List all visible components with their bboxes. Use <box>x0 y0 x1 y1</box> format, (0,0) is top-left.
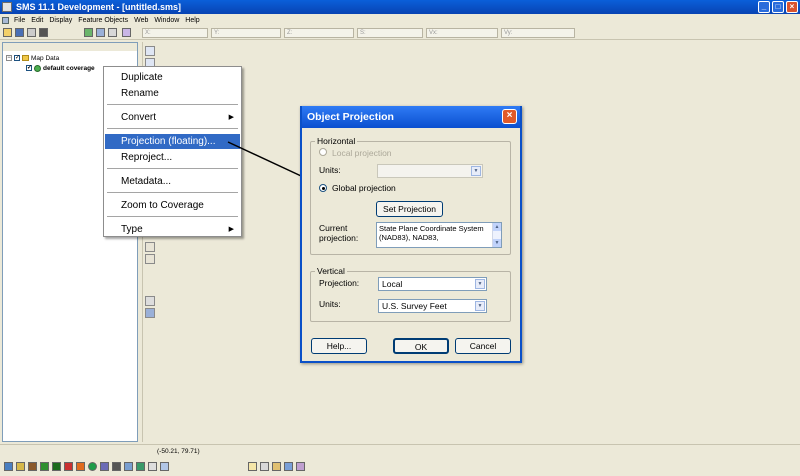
current-projection-display: State Plane Coordinate System (NAD83), N… <box>376 222 502 248</box>
current-projection-label: Current <box>319 223 348 233</box>
plot-icon[interactable] <box>284 462 293 471</box>
dialog-title-bar: Object Projection <box>302 106 520 128</box>
scrollbar[interactable]: ▲ ▼ <box>492 223 501 247</box>
local-projection-label: Local projection <box>332 148 392 158</box>
current-projection-value: State Plane Coordinate System (NAD83), N… <box>379 224 484 242</box>
module-quadtree-icon[interactable] <box>100 462 109 471</box>
cancel-button[interactable]: Cancel <box>455 338 511 354</box>
module-image-icon[interactable] <box>148 462 157 471</box>
module-particle-icon[interactable] <box>64 462 73 471</box>
vertical-units-label: Units: <box>319 299 341 309</box>
global-projection-radio[interactable] <box>319 184 327 192</box>
module-raster-icon[interactable] <box>124 462 133 471</box>
status-bar: (-50.21, 79.71) <box>0 444 800 476</box>
object-projection-dialog: Object Projection × Horizontal Local pro… <box>300 106 522 363</box>
horizontal-group-label: Horizontal <box>315 136 358 146</box>
info-icon[interactable] <box>296 462 305 471</box>
close-icon[interactable]: × <box>502 109 517 124</box>
vertical-projection-dropdown[interactable]: Local ▼ <box>378 277 487 291</box>
chevron-down-icon: ▼ <box>471 166 481 176</box>
module-gis-icon[interactable] <box>52 462 61 471</box>
cursor-coordinates: (-50.21, 79.71) <box>157 448 200 455</box>
local-projection-radio[interactable] <box>319 148 327 156</box>
set-projection-button[interactable]: Set Projection <box>376 201 443 217</box>
vertical-units-dropdown[interactable]: U.S. Survey Feet ▼ <box>378 299 487 313</box>
chevron-down-icon: ▼ <box>475 301 485 311</box>
vertical-projection-label: Projection: <box>319 278 360 288</box>
module-annotation-icon[interactable] <box>112 462 121 471</box>
scroll-down-icon[interactable]: ▼ <box>493 239 501 247</box>
module-cartesian-icon[interactable] <box>76 462 85 471</box>
module-globe-icon[interactable] <box>88 462 97 471</box>
module-map-icon[interactable] <box>40 462 49 471</box>
module-generic-icon[interactable] <box>136 462 145 471</box>
horizontal-units-dropdown[interactable]: ▼ <box>377 164 483 178</box>
vertical-group-label: Vertical <box>315 266 347 276</box>
vertical-units-value: U.S. Survey Feet <box>382 301 447 311</box>
chevron-down-icon: ▼ <box>475 279 485 289</box>
module-grid-icon[interactable] <box>16 462 25 471</box>
contour-icon[interactable] <box>272 462 281 471</box>
display-options-icon[interactable] <box>260 462 269 471</box>
light-icon[interactable] <box>248 462 257 471</box>
vertical-projection-value: Local <box>382 279 403 289</box>
scroll-up-icon[interactable]: ▲ <box>493 223 501 231</box>
current-projection-label-2: projection: <box>319 233 359 243</box>
module-cloud-icon[interactable] <box>160 462 169 471</box>
units-label: Units: <box>319 165 341 175</box>
module-mesh-icon[interactable] <box>4 462 13 471</box>
help-button[interactable]: Help... <box>311 338 367 354</box>
global-projection-label: Global projection <box>332 183 396 193</box>
module-scatter-icon[interactable] <box>28 462 37 471</box>
ok-button[interactable]: OK <box>393 338 449 354</box>
dialog-title: Object Projection <box>307 111 394 123</box>
